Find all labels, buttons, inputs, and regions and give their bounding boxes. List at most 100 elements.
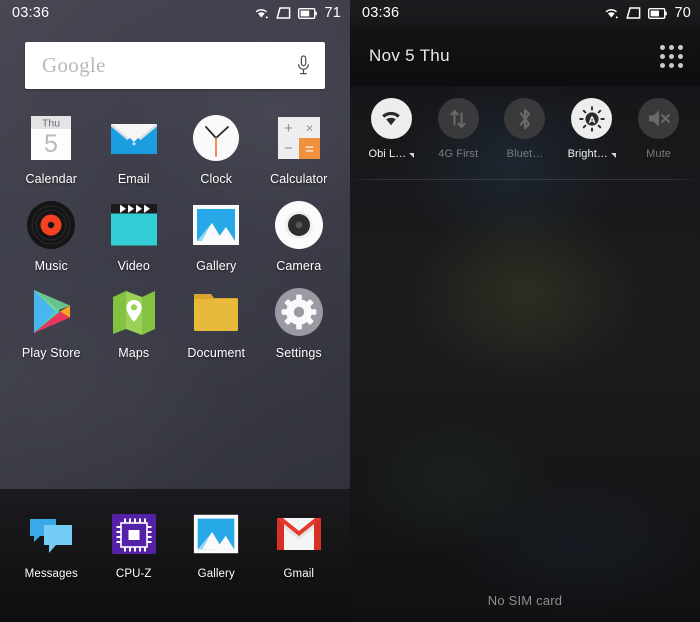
- brightness-auto-icon: A: [571, 98, 613, 139]
- chevron-expand-icon[interactable]: [611, 153, 616, 158]
- toggle-label: 4G First: [438, 148, 479, 160]
- dock-label: CPU-Z: [115, 568, 152, 580]
- app-icon-clock[interactable]: Clock: [175, 106, 258, 186]
- toggle-label-row: 4G First: [438, 148, 478, 160]
- camera-icon: [273, 199, 325, 251]
- clock-icon: [190, 112, 242, 164]
- toggle-wifi[interactable]: Obi L…: [358, 98, 425, 160]
- app-grid-icon[interactable]: [660, 44, 683, 68]
- shade-status-bar: 03:36 70: [350, 0, 700, 26]
- calendar-weekday: Thu: [42, 118, 60, 130]
- shade-divider: [350, 179, 700, 180]
- calendar-day: 5: [44, 130, 58, 158]
- app-icon-maps[interactable]: Maps: [93, 273, 176, 360]
- dock-icon-cpuz[interactable]: CPU-Z: [93, 503, 176, 580]
- app-label: Camera: [276, 259, 322, 273]
- home-status-bar: 03:36 71: [0, 0, 350, 26]
- dock-label: Gmail: [283, 568, 315, 580]
- app-icon-document[interactable]: Document: [175, 273, 258, 360]
- dock-icon-messages[interactable]: Messages: [10, 503, 93, 580]
- home-dock: Messages CPU-Z Gallery Gmail: [0, 489, 350, 622]
- svg-text:A: A: [588, 115, 595, 126]
- app-label: Video: [117, 259, 150, 273]
- status-bar-icons: 71: [254, 5, 341, 21]
- app-label: Document: [187, 346, 246, 360]
- video-icon: [108, 199, 160, 251]
- app-icon-camera[interactable]: Camera: [258, 186, 341, 273]
- app-label: Calendar: [25, 172, 78, 186]
- music-icon: [25, 199, 77, 251]
- app-icon-calculator[interactable]: + × − = Calculator: [258, 106, 341, 186]
- status-bar-clock: 03:36: [362, 5, 400, 21]
- quick-settings-toggles: Obi L… 4G First Bluet… A Bright… Mute: [350, 86, 700, 160]
- dock-label: Messages: [24, 568, 78, 580]
- status-bar-icons: 70: [604, 5, 691, 21]
- toggle-label: Bluet…: [506, 148, 544, 160]
- app-label: Gallery: [196, 259, 237, 273]
- app-label: Play Store: [21, 346, 81, 360]
- wifi-icon: [604, 7, 619, 19]
- toggle-bluetooth[interactable]: Bluet…: [492, 98, 559, 160]
- app-row: Play Store Maps Document Settings: [10, 273, 340, 360]
- document-folder-icon: [190, 286, 242, 338]
- svg-text:−: −: [284, 140, 293, 157]
- svg-text:=: =: [305, 141, 314, 158]
- toggle-label: Mute: [646, 148, 672, 160]
- app-icon-settings[interactable]: Settings: [258, 273, 341, 360]
- toggle-label-row: Bluet…: [507, 148, 544, 160]
- calendar-icon: Thu 5: [25, 112, 77, 164]
- search-widget-container: Google: [0, 26, 350, 89]
- app-label: Clock: [200, 172, 233, 186]
- search-placeholder: Google: [42, 53, 106, 77]
- battery-icon: [648, 7, 668, 19]
- play-store-icon: [25, 286, 77, 338]
- toggle-mobile-data[interactable]: 4G First: [425, 98, 492, 160]
- app-icon-video[interactable]: Video: [93, 186, 176, 273]
- notification-shade: 03:36 70 Nov 5 Thu Obi L… 4G First Bluet…: [350, 0, 700, 622]
- app-label: Email: [117, 172, 150, 186]
- toggle-label: Bright…: [567, 148, 608, 160]
- shade-header: Nov 5 Thu: [350, 26, 700, 86]
- app-icon-gallery[interactable]: Gallery: [175, 186, 258, 273]
- app-icon-play-store[interactable]: Play Store: [10, 273, 93, 360]
- toggle-brightness[interactable]: A Bright…: [558, 98, 625, 160]
- cpuz-chip-icon: [109, 509, 159, 559]
- microphone-icon[interactable]: [296, 55, 311, 76]
- toggle-label-row: Bright…: [568, 148, 616, 160]
- wifi-icon: [254, 7, 269, 19]
- svg-text:×: ×: [305, 121, 313, 136]
- home-screen: 03:36 71 Google Thu 5 Calendar Email Clo…: [0, 0, 350, 622]
- gmail-icon: [274, 509, 324, 559]
- dock-icon-gmail[interactable]: Gmail: [258, 503, 341, 580]
- shade-date-label: Nov 5 Thu: [369, 46, 450, 65]
- no-sim-card-status: No SIM card: [487, 593, 563, 608]
- app-label: Music: [34, 259, 68, 273]
- toggle-label-row: Mute: [646, 148, 671, 160]
- google-search-bar[interactable]: Google: [25, 42, 325, 89]
- sim-icon: [276, 7, 291, 19]
- app-icon-email[interactable]: Email: [93, 106, 176, 186]
- gallery-icon: [190, 199, 242, 251]
- email-icon: [108, 112, 160, 164]
- wifi-icon: [370, 98, 412, 139]
- battery-percent: 70: [674, 5, 691, 21]
- app-row: Thu 5 Calendar Email Clock + × − = Calcu…: [10, 106, 340, 186]
- battery-percent: 71: [324, 5, 341, 21]
- settings-gear-icon: [273, 286, 325, 338]
- dock-icon-gallery[interactable]: Gallery: [175, 503, 258, 580]
- dock-row: Messages CPU-Z Gallery Gmail: [0, 503, 350, 580]
- maps-icon: [108, 286, 160, 338]
- toggle-label-row: Obi L…: [368, 148, 415, 160]
- toggle-mute[interactable]: Mute: [625, 98, 692, 160]
- battery-icon: [298, 7, 318, 19]
- app-label: Maps: [118, 346, 150, 360]
- app-icon-calendar[interactable]: Thu 5 Calendar: [10, 106, 93, 186]
- chevron-expand-icon[interactable]: [409, 153, 415, 158]
- sim-icon: [626, 7, 641, 19]
- app-icon-music[interactable]: Music: [10, 186, 93, 273]
- gallery-icon: [191, 509, 241, 559]
- status-bar-clock: 03:36: [12, 5, 50, 21]
- toggle-label: Obi L…: [368, 148, 407, 160]
- app-grid: Thu 5 Calendar Email Clock + × − = Calcu…: [0, 89, 350, 360]
- messages-icon: [26, 509, 76, 559]
